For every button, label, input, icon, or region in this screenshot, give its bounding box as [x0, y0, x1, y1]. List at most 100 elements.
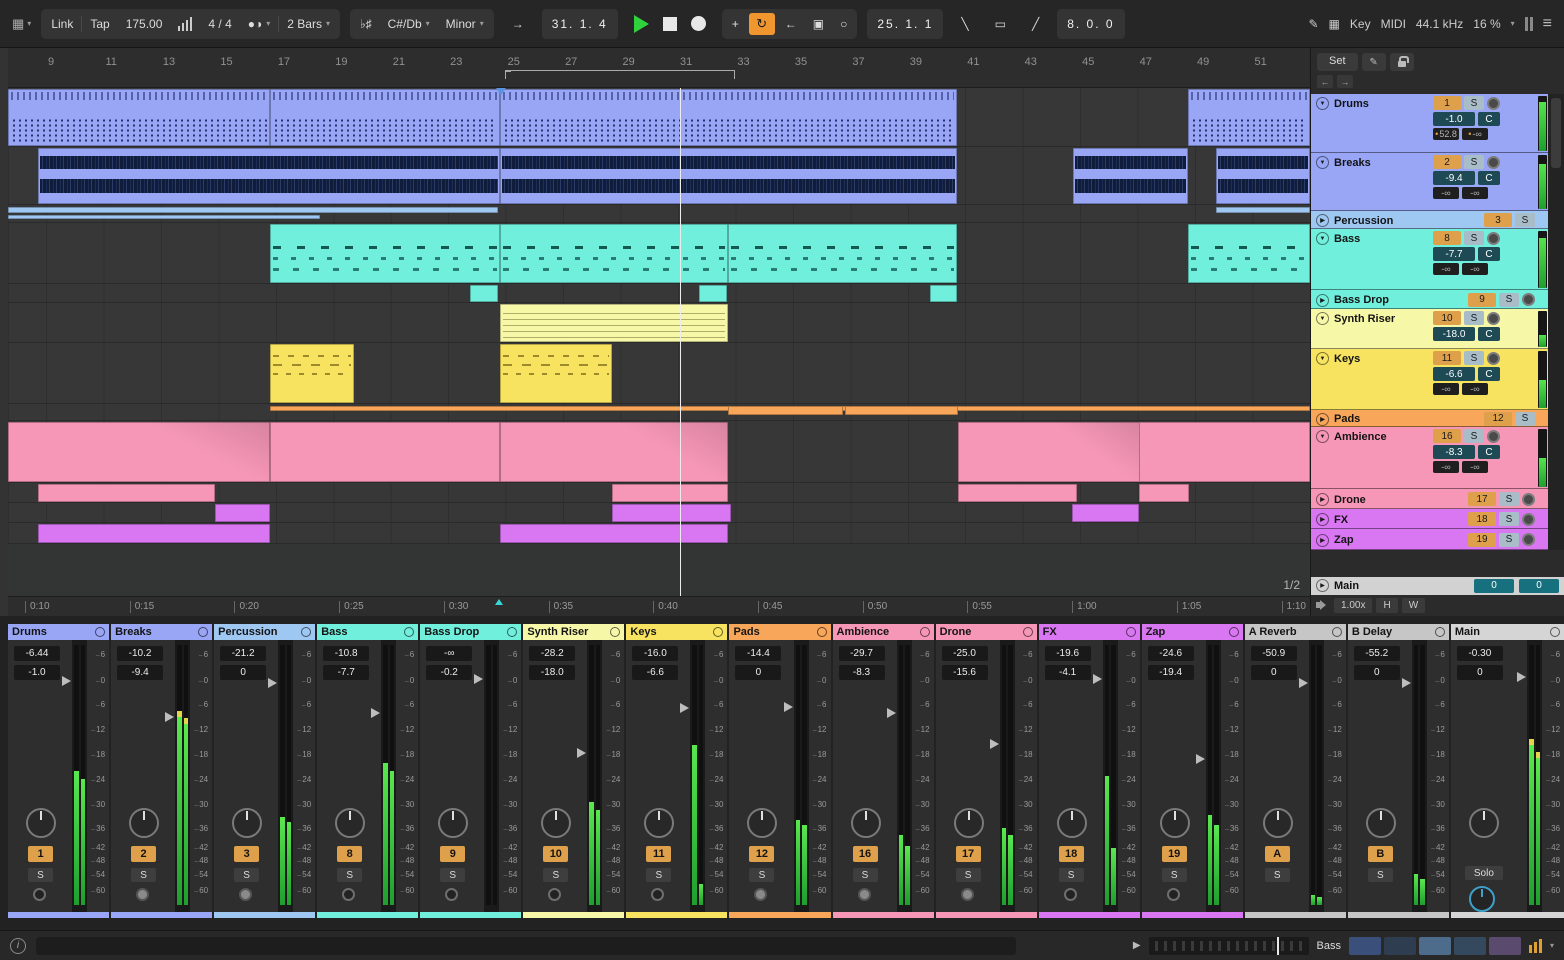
- mixer-strip-header[interactable]: Breaks: [111, 624, 213, 640]
- pan-knob[interactable]: [438, 808, 469, 838]
- arm-button[interactable]: [1522, 492, 1535, 506]
- pan-knob[interactable]: [1468, 808, 1499, 838]
- options-icon[interactable]: [610, 627, 621, 637]
- options-icon[interactable]: [95, 627, 106, 637]
- clip-breaks[interactable]: [500, 148, 958, 204]
- lane-fx[interactable]: [8, 503, 1310, 523]
- set-button[interactable]: Set: [1317, 53, 1358, 71]
- computer-keyboard-icon[interactable]: ▦: [1329, 17, 1340, 31]
- meter-icon[interactable]: [1528, 938, 1542, 953]
- solo-button[interactable]: S: [1499, 512, 1519, 527]
- options-icon[interactable]: [919, 627, 930, 637]
- peak-level-value[interactable]: -6.44: [14, 646, 60, 661]
- clip-percussion[interactable]: [1216, 207, 1310, 213]
- fader-lane[interactable]: [1092, 640, 1103, 912]
- lane-bass-drop[interactable]: [8, 284, 1310, 303]
- pan-value[interactable]: C: [1478, 367, 1500, 382]
- arm-button[interactable]: [136, 888, 150, 901]
- follow-button[interactable]: →: [504, 0, 532, 47]
- track-header-drone[interactable]: ▶ Drone 17 S: [1311, 489, 1548, 510]
- track-header-breaks[interactable]: ▼ Breaks 2 S -9.4 C -∞ -∞: [1311, 153, 1548, 212]
- solo-button[interactable]: S: [28, 868, 53, 882]
- volume-value[interactable]: -8.3: [1433, 445, 1475, 460]
- draw-pencil-icon[interactable]: ✎: [1308, 17, 1318, 31]
- clip-bass[interactable]: [500, 224, 728, 283]
- arm-button[interactable]: [651, 888, 665, 901]
- peak-level-value[interactable]: -29.7: [838, 646, 885, 661]
- unfold-icon[interactable]: ▶: [1316, 493, 1329, 507]
- peak-level-value[interactable]: -10.2: [117, 646, 164, 661]
- unfold-icon[interactable]: ▶: [1316, 214, 1329, 228]
- track-number-badge[interactable]: 19: [1161, 846, 1187, 862]
- peak-level-value[interactable]: -24.6: [1147, 646, 1194, 661]
- solo-button[interactable]: S: [1161, 868, 1187, 882]
- fader-lane[interactable]: [679, 640, 690, 912]
- volume-value[interactable]: -9.4: [1433, 171, 1475, 186]
- unfold-icon[interactable]: ▶: [1316, 579, 1329, 593]
- device-thumbnail[interactable]: [1348, 936, 1381, 955]
- clip-keys[interactable]: [500, 344, 613, 403]
- track-number-badge[interactable]: 1: [1433, 96, 1461, 111]
- peak-level-value[interactable]: -19.6: [1044, 646, 1091, 661]
- time-signature[interactable]: 4 / 4: [200, 9, 239, 39]
- pan-knob[interactable]: [953, 808, 984, 838]
- clip-percussion[interactable]: [8, 215, 321, 219]
- volume-value[interactable]: -1.0: [14, 665, 60, 680]
- peak-level-value[interactable]: -0.30: [1456, 646, 1503, 661]
- volume-value[interactable]: -7.7: [1433, 247, 1475, 262]
- options-icon[interactable]: [404, 627, 415, 637]
- peak-level-value[interactable]: -28.2: [529, 646, 576, 661]
- solo-button[interactable]: S: [1464, 351, 1484, 366]
- stop-button[interactable]: [662, 16, 677, 31]
- solo-button[interactable]: S: [440, 868, 466, 882]
- clip-breaks[interactable]: [37, 148, 501, 204]
- send-value[interactable]: -∞: [1462, 461, 1488, 474]
- pan-knob[interactable]: [26, 808, 56, 838]
- loop-region-marker[interactable]: [505, 70, 736, 79]
- scale-icon[interactable]: ♭♯: [352, 9, 380, 39]
- mixer-strip-header[interactable]: B Delay: [1347, 624, 1449, 640]
- solo-button[interactable]: S: [955, 868, 981, 882]
- volume-value[interactable]: 0: [1250, 665, 1297, 680]
- clip-bass[interactable]: [728, 224, 958, 283]
- arm-button[interactable]: [1063, 888, 1077, 901]
- clip-drone[interactable]: [1139, 484, 1189, 502]
- track-number-badge[interactable]: 2: [131, 846, 157, 862]
- solo-button[interactable]: S: [852, 868, 878, 882]
- lane-drums[interactable]: [8, 88, 1310, 147]
- fader-lane[interactable]: [164, 640, 175, 912]
- arm-button[interactable]: [239, 888, 253, 901]
- arm-button[interactable]: [1522, 293, 1535, 307]
- peak-level-value[interactable]: -25.0: [941, 646, 988, 661]
- fader-handle[interactable]: [989, 739, 999, 749]
- fader-handle[interactable]: [886, 708, 896, 718]
- metronome-ticks-icon[interactable]: [170, 9, 200, 39]
- track-number-badge[interactable]: B: [1367, 846, 1393, 862]
- clip-synth-riser[interactable]: [500, 304, 728, 342]
- track-number-badge[interactable]: 12: [749, 846, 775, 862]
- main-track-header[interactable]: ▶ Main 0 0: [1311, 577, 1564, 595]
- solo-button[interactable]: S: [1515, 411, 1535, 426]
- track-number-badge[interactable]: 3: [1484, 213, 1512, 228]
- fader-handle[interactable]: [474, 674, 484, 684]
- track-number-badge[interactable]: 19: [1468, 532, 1496, 547]
- mixer-strip-header[interactable]: Drums: [8, 624, 110, 640]
- clip-bass-drop[interactable]: [929, 285, 958, 302]
- clip-ambience[interactable]: [958, 422, 1141, 482]
- arm-button[interactable]: [445, 888, 459, 901]
- fold-icon[interactable]: ▼: [1316, 430, 1329, 444]
- arm-button[interactable]: [1487, 96, 1500, 110]
- pan-knob[interactable]: [644, 808, 675, 838]
- track-header-keys[interactable]: ▼ Keys 11 S -6.6 C -∞ -∞: [1311, 349, 1548, 411]
- solo-button[interactable]: S: [1367, 868, 1393, 882]
- volume-value[interactable]: 0: [220, 665, 267, 680]
- peak-level-value[interactable]: -50.9: [1250, 646, 1297, 661]
- record-button[interactable]: [690, 16, 706, 31]
- punch-out-icon[interactable]: ╱: [1024, 0, 1047, 47]
- pan-knob[interactable]: [747, 808, 778, 838]
- quantization-menu[interactable]: 2 Bars ▾: [279, 9, 338, 39]
- solo-button[interactable]: S: [1515, 213, 1535, 228]
- device-thumbnail[interactable]: [1453, 936, 1486, 955]
- volume-value[interactable]: -6.6: [632, 665, 679, 680]
- options-icon[interactable]: [301, 627, 312, 637]
